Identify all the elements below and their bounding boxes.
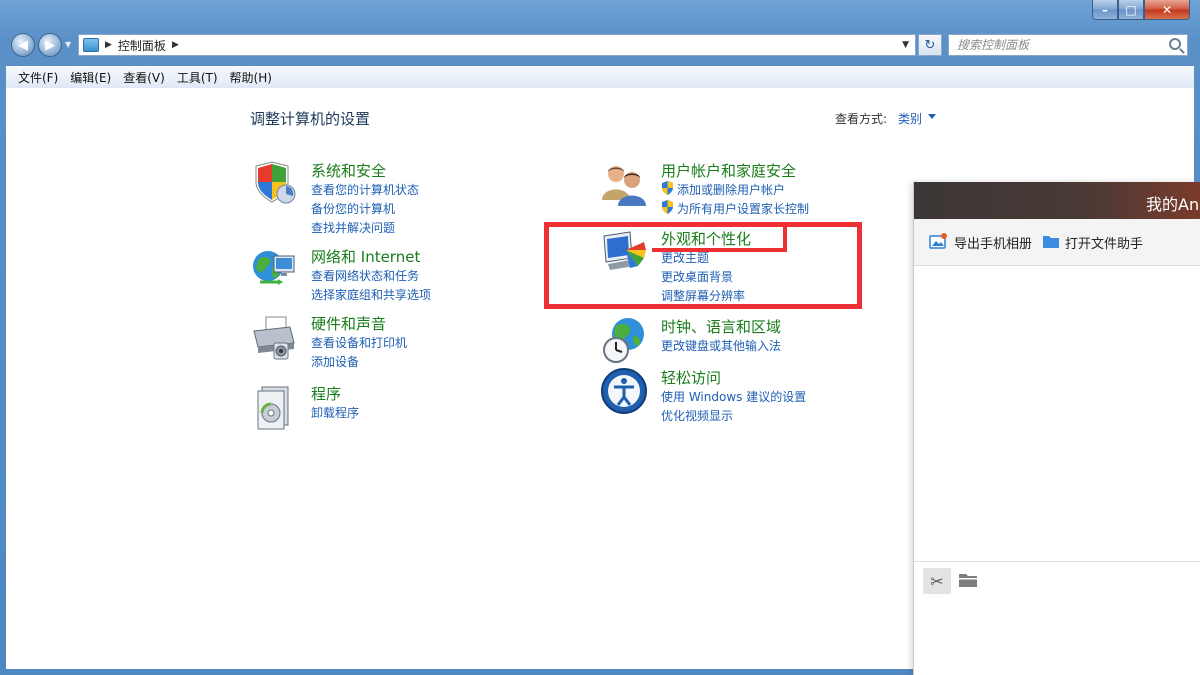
menu-bar: 文件(F) 编辑(E) 查看(V) 工具(T) 帮助(H) xyxy=(6,66,1194,88)
link-change-keyboard-input[interactable]: 更改键盘或其他输入法 xyxy=(661,337,781,354)
menu-view[interactable]: 查看(V) xyxy=(117,69,171,86)
maximize-button[interactable]: □ xyxy=(1118,0,1144,20)
recent-pages-dropdown[interactable]: ▼ xyxy=(65,40,71,49)
breadcrumb-separator[interactable]: ▶ xyxy=(105,40,112,50)
panel-title: 我的An xyxy=(1146,195,1200,214)
link-add-device[interactable]: 添加设备 xyxy=(311,353,359,370)
category-title-network-internet[interactable]: 网络和 Internet xyxy=(311,246,420,267)
menu-edit[interactable]: 编辑(E) xyxy=(64,69,117,86)
export-photos-button[interactable]: 导出手机相册 xyxy=(954,233,1032,252)
users-icon[interactable] xyxy=(600,160,648,208)
search-icon[interactable] xyxy=(1169,38,1181,50)
programs-icon[interactable] xyxy=(250,383,298,431)
back-button[interactable]: ◀ xyxy=(11,33,35,57)
title-bar: – □ ✕ xyxy=(0,0,1200,24)
link-optimize-video-display[interactable]: 优化视频显示 xyxy=(661,407,733,424)
category-title-ease-of-access[interactable]: 轻松访问 xyxy=(661,367,721,388)
category-title-programs[interactable]: 程序 xyxy=(311,383,341,404)
address-dropdown-icon[interactable]: ▼ xyxy=(902,40,909,50)
network-icon[interactable] xyxy=(250,246,298,294)
ease-of-access-icon[interactable] xyxy=(600,367,648,415)
export-photos-icon[interactable] xyxy=(929,233,947,249)
menu-file[interactable]: 文件(F) xyxy=(12,69,64,86)
window-frame: – □ ✕ ◀ ▶ ▼ ▶ 控制面板 ▶ ▼ ↻ 文件(F) 编辑(E) 查看(… xyxy=(0,0,1200,675)
link-find-fix-problems[interactable]: 查找并解决问题 xyxy=(311,219,395,236)
send-file-folder-icon[interactable] xyxy=(958,571,978,589)
refresh-button[interactable]: ↻ xyxy=(918,34,942,56)
clock-globe-icon[interactable] xyxy=(600,316,648,364)
link-devices-printers[interactable]: 查看设备和打印机 xyxy=(311,334,407,351)
view-by-dropdown[interactable]: 类别 xyxy=(898,110,922,127)
link-view-computer-status[interactable]: 查看您的计算机状态 xyxy=(311,181,419,198)
close-button[interactable]: ✕ xyxy=(1144,0,1190,20)
printer-icon[interactable] xyxy=(250,313,298,361)
link-add-remove-accounts[interactable]: 添加或删除用户帐户 xyxy=(677,181,785,198)
menu-help[interactable]: 帮助(H) xyxy=(224,69,278,86)
link-windows-recommended-settings[interactable]: 使用 Windows 建议的设置 xyxy=(661,388,806,405)
window-controls: – □ ✕ xyxy=(1092,0,1190,20)
file-helper-panel: 我的An 导出手机相册 打开文件助手 ✂ xyxy=(913,182,1200,675)
panel-toolbar: 导出手机相册 打开文件助手 xyxy=(914,219,1200,266)
forward-button[interactable]: ▶ xyxy=(38,33,62,57)
page-title: 调整计算机的设置 xyxy=(250,110,371,128)
chevron-down-icon[interactable] xyxy=(928,114,936,119)
link-parental-controls[interactable]: 为所有用户设置家长控制 xyxy=(677,200,809,217)
category-title-hardware-sound[interactable]: 硬件和声音 xyxy=(311,313,386,334)
breadcrumb-separator[interactable]: ▶ xyxy=(172,40,179,50)
panel-header: 我的An xyxy=(914,182,1200,219)
menu-tools[interactable]: 工具(T) xyxy=(171,69,224,86)
panel-message-area xyxy=(914,266,1200,561)
breadcrumb-control-panel[interactable]: 控制面板 xyxy=(118,37,166,54)
category-title-system-security[interactable]: 系统和安全 xyxy=(311,160,386,181)
view-by-label: 查看方式: xyxy=(835,112,888,126)
navigation-row: ◀ ▶ ▼ ▶ 控制面板 ▶ ▼ ↻ xyxy=(0,28,1200,62)
link-homegroup-sharing[interactable]: 选择家庭组和共享选项 xyxy=(311,286,431,303)
control-panel-icon xyxy=(83,38,99,52)
address-bar[interactable]: ▶ 控制面板 ▶ ▼ xyxy=(78,34,916,56)
link-backup-computer[interactable]: 备份您的计算机 xyxy=(311,200,395,217)
folder-icon[interactable] xyxy=(1042,233,1060,249)
screenshot-scissors-icon[interactable]: ✂ xyxy=(923,568,951,594)
search-box[interactable] xyxy=(948,34,1188,56)
uac-shield-icon xyxy=(662,181,673,195)
minimize-button[interactable]: – xyxy=(1092,0,1118,20)
highlight-annotation-underline xyxy=(652,226,787,252)
category-title-user-accounts[interactable]: 用户帐户和家庭安全 xyxy=(661,160,796,181)
link-network-status[interactable]: 查看网络状态和任务 xyxy=(311,267,419,284)
search-input[interactable] xyxy=(957,38,1167,52)
uac-shield-icon xyxy=(662,200,673,214)
link-uninstall-program[interactable]: 卸载程序 xyxy=(311,404,359,421)
shield-icon[interactable] xyxy=(250,160,298,208)
open-file-helper-button[interactable]: 打开文件助手 xyxy=(1065,233,1143,252)
category-title-clock-language-region[interactable]: 时钟、语言和区域 xyxy=(661,316,781,337)
panel-input-area: ✂ xyxy=(914,561,1200,675)
